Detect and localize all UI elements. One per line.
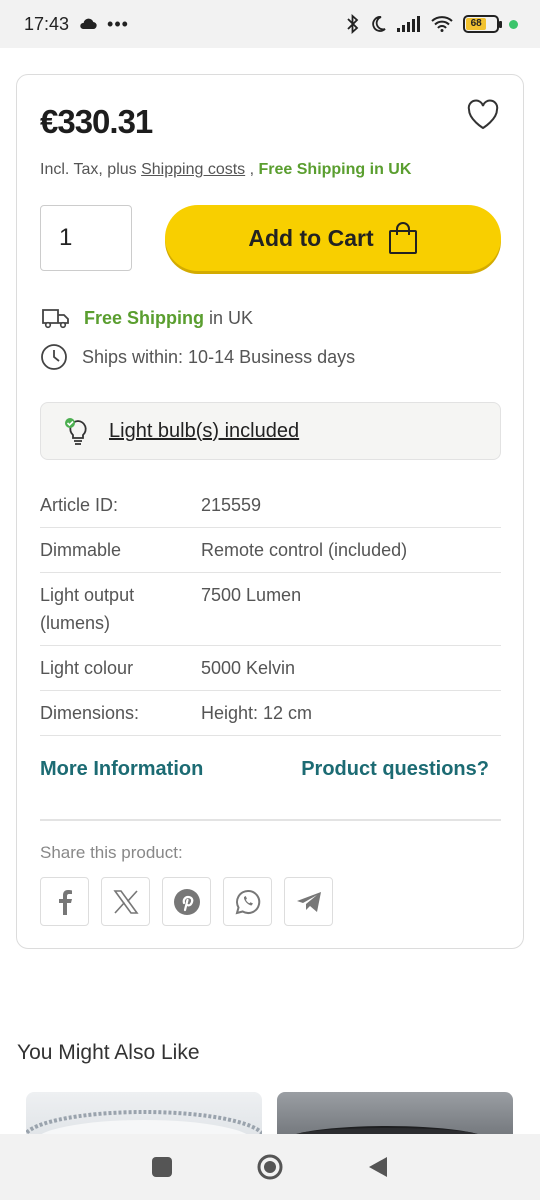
specs-table: Article ID: 215559 Dimmable Remote control… <box>40 483 501 736</box>
spec-value: 5000 Kelvin <box>201 658 296 678</box>
ships-within-text: Ships within: 10-14 Business days <box>82 346 356 367</box>
system-navigation-bar <box>0 1134 540 1200</box>
more-information-link[interactable]: More Information <box>40 758 203 781</box>
share-whatsapp-button[interactable] <box>223 877 272 926</box>
divider <box>40 819 501 821</box>
spec-row: Dimmable Remote control (included) <box>40 528 501 573</box>
you-might-also-like-heading: You Might Also Like <box>17 1041 200 1064</box>
more-notifications-icon: ••• <box>107 13 129 34</box>
signal-icon <box>397 16 420 32</box>
add-to-cart-button[interactable]: Add to Cart <box>165 205 501 271</box>
tax-separator: , <box>245 161 259 178</box>
spec-row: Light colour 5000 Kelvin <box>40 646 501 691</box>
spec-value: Remote control (included) <box>201 540 408 560</box>
add-to-cart-label: Add to Cart <box>248 224 374 251</box>
share-telegram-button[interactable] <box>284 877 333 926</box>
free-shipping-suffix: in UK <box>204 307 254 328</box>
bulb-included-notice[interactable]: Light bulb(s) included <box>40 402 501 460</box>
clock-icon <box>41 344 67 370</box>
back-icon[interactable] <box>367 1155 389 1179</box>
pinterest-icon <box>173 888 200 915</box>
spec-key: Dimensions: <box>40 703 140 723</box>
delivery-time-row: Ships within: 10-14 Business days <box>40 343 355 371</box>
product-price: €330.31 <box>40 103 153 140</box>
free-shipping-row: Free Shipping in UK <box>40 307 253 329</box>
privacy-dot <box>509 19 518 29</box>
wifi-icon <box>431 16 453 32</box>
spec-value: 7500 Lumen <box>201 585 302 605</box>
share-facebook-button[interactable] <box>40 877 89 926</box>
share-x-button[interactable] <box>101 877 150 926</box>
bluetooth-icon <box>347 14 359 34</box>
home-icon[interactable] <box>256 1153 284 1181</box>
shopping-bag-icon <box>388 222 417 254</box>
product-purchase-card: €330.31 Incl. Tax, plus Shipping costs ,… <box>16 74 524 949</box>
wishlist-heart-icon[interactable] <box>465 97 501 133</box>
tax-shipping-note: Incl. Tax, plus Shipping costs , Free Sh… <box>40 161 411 179</box>
battery-indicator: 68 <box>463 15 502 33</box>
spec-row: Light output (lumens) 7500 Lumen <box>40 573 501 646</box>
free-shipping-label: Free Shipping <box>84 307 205 328</box>
spec-row: Dimensions: Height: 12 cm <box>40 691 501 736</box>
spec-key: Dimmable <box>40 540 122 560</box>
battery-level: 68 <box>466 18 487 30</box>
x-icon <box>112 889 139 914</box>
spec-key: Article ID: <box>40 495 119 515</box>
product-questions-link[interactable]: Product questions? <box>301 758 489 781</box>
quantity-input[interactable]: 1 <box>40 205 132 271</box>
whatsapp-icon <box>235 889 260 914</box>
spec-value: Height: 12 cm <box>201 703 313 723</box>
truck-icon <box>42 309 69 329</box>
lightbulb-check-icon <box>65 418 87 445</box>
spec-key: Light output (lumens) <box>40 585 135 633</box>
telegram-icon <box>296 891 321 912</box>
spec-row: Article ID: 215559 <box>40 483 501 528</box>
share-pinterest-button[interactable] <box>162 877 211 926</box>
info-links: More Information Product questions? <box>40 758 501 781</box>
status-bar: 17:43 ••• 68 <box>0 0 540 48</box>
share-buttons <box>40 877 333 926</box>
moon-icon <box>372 16 386 32</box>
cloud-icon <box>80 18 97 30</box>
tax-prefix: Incl. Tax, plus <box>40 161 142 178</box>
free-shipping-uk: Free Shipping in UK <box>258 161 412 178</box>
spec-key: Light colour <box>40 658 134 678</box>
spec-value: 215559 <box>201 495 262 515</box>
facebook-icon <box>58 889 72 915</box>
bulb-included-label: Light bulb(s) included <box>109 419 300 442</box>
shipping-costs-link[interactable]: Shipping costs <box>141 161 245 178</box>
clock: 17:43 <box>24 13 70 34</box>
share-label: Share this product: <box>40 843 183 862</box>
recent-apps-icon[interactable] <box>151 1156 173 1178</box>
